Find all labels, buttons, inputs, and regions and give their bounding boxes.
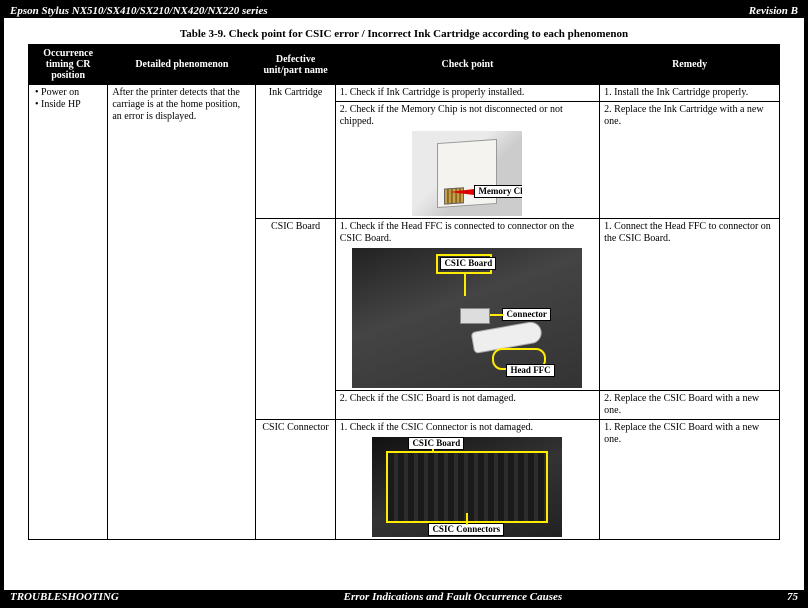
figure-csic-board: CSIC Board Connector Head FFC bbox=[340, 248, 595, 388]
page: Epson Stylus NX510/SX410/SX210/NX420/NX2… bbox=[4, 4, 804, 604]
footer-bar: TROUBLESHOOTING Error Indications and Fa… bbox=[4, 590, 804, 604]
header-product: Epson Stylus NX510/SX410/SX210/NX420/NX2… bbox=[10, 5, 268, 17]
label-csic-board-2: CSIC Board bbox=[408, 437, 464, 450]
check-r3a-cell: 1. Check if the CSIC Connector is not da… bbox=[335, 420, 599, 540]
header-revision: Revision B bbox=[749, 5, 798, 17]
part-ink-cartridge: Ink Cartridge bbox=[256, 85, 335, 219]
col-phenomenon: Detailed phenomenon bbox=[108, 45, 256, 85]
photo-ink-cartridge: Memory Chip bbox=[412, 131, 522, 216]
footer-section: TROUBLESHOOTING bbox=[10, 591, 119, 603]
footer-page: 75 bbox=[787, 591, 798, 603]
col-defective: Defective unit/part name bbox=[256, 45, 335, 85]
label-head-ffc: Head FFC bbox=[506, 364, 554, 377]
check-r2a: 1. Check if the Head FFC is connected to… bbox=[340, 221, 595, 245]
remedy-r2a: 1. Connect the Head FFC to connector on … bbox=[600, 219, 780, 391]
check-r3a: 1. Check if the CSIC Connector is not da… bbox=[340, 422, 595, 434]
remedy-r1a: 1. Install the Ink Cartridge properly. bbox=[600, 85, 780, 102]
check-r2b: 2. Check if the CSIC Board is not damage… bbox=[335, 391, 599, 420]
occurrence-cell: Power on Inside HP bbox=[29, 85, 108, 540]
occurrence-item: Inside HP bbox=[35, 99, 103, 111]
photo-csic-board: CSIC Board Connector Head FFC bbox=[352, 248, 582, 388]
check-point-table: Occurrence timing CR position Detailed p… bbox=[28, 44, 780, 540]
content-area: Table 3-9. Check point for CSIC error / … bbox=[4, 18, 804, 590]
col-remedy: Remedy bbox=[600, 45, 780, 85]
remedy-r1b: 2. Replace the Ink Cartridge with a new … bbox=[600, 102, 780, 219]
label-connector: Connector bbox=[502, 308, 551, 321]
figure-csic-connector: CSIC Board CSIC Connectors bbox=[340, 437, 595, 537]
col-check-point: Check point bbox=[335, 45, 599, 85]
check-r1a: 1. Check if Ink Cartridge is properly in… bbox=[335, 85, 599, 102]
photo-csic-connector: CSIC Board CSIC Connectors bbox=[372, 437, 562, 537]
check-r1b: 2. Check if the Memory Chip is not disco… bbox=[340, 104, 595, 128]
figure-memory-chip: Memory Chip bbox=[340, 131, 595, 216]
part-csic-board: CSIC Board bbox=[256, 219, 335, 420]
col-occurrence: Occurrence timing CR position bbox=[29, 45, 108, 85]
check-r2a-cell: 1. Check if the Head FFC is connected to… bbox=[335, 219, 599, 391]
remedy-r2b: 2. Replace the CSIC Board with a new one… bbox=[600, 391, 780, 420]
label-memory-chip: Memory Chip bbox=[474, 185, 522, 198]
footer-title: Error Indications and Fault Occurrence C… bbox=[344, 591, 563, 603]
part-csic-connector: CSIC Connector bbox=[256, 420, 335, 540]
header-bar: Epson Stylus NX510/SX410/SX210/NX420/NX2… bbox=[4, 4, 804, 18]
remedy-r3a: 1. Replace the CSIC Board with a new one… bbox=[600, 420, 780, 540]
table-caption: Table 3-9. Check point for CSIC error / … bbox=[28, 28, 780, 40]
phenomenon-cell: After the printer detects that the carri… bbox=[108, 85, 256, 540]
check-r1b-cell: 2. Check if the Memory Chip is not disco… bbox=[335, 102, 599, 219]
label-csic-board: CSIC Board bbox=[440, 257, 496, 270]
occurrence-item: Power on bbox=[35, 87, 103, 99]
